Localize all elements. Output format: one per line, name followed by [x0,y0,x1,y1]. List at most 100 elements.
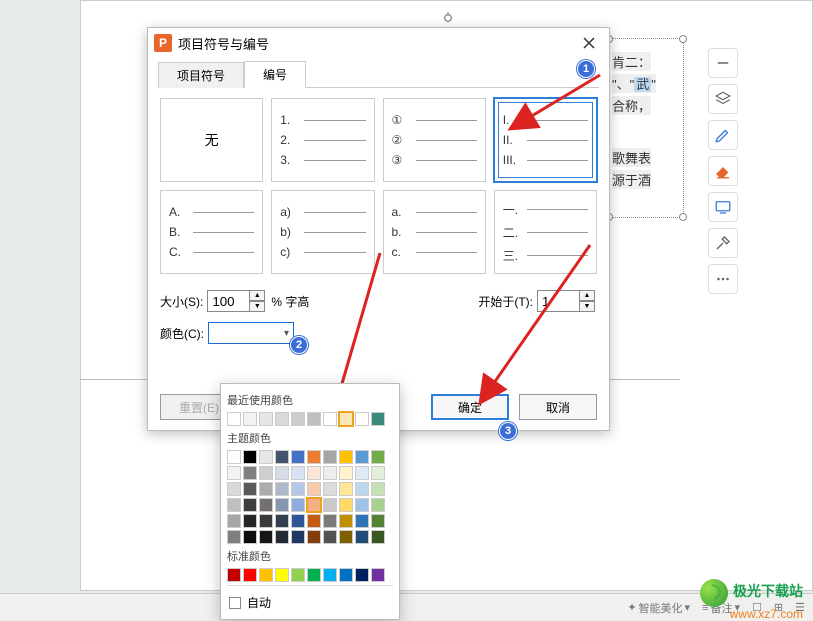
color-swatch[interactable] [371,530,385,544]
numbering-style-lower-alpha-dot[interactable]: a. b. c. [383,190,486,274]
color-swatch[interactable] [323,498,337,512]
ok-button[interactable]: 确定 [431,394,509,420]
color-swatch[interactable] [227,466,241,480]
color-swatch[interactable] [291,514,305,528]
color-swatch[interactable] [243,568,257,582]
color-swatch[interactable] [323,482,337,496]
color-dropdown[interactable] [208,322,294,344]
more-button[interactable] [708,264,738,294]
color-swatch[interactable] [371,514,385,528]
numbering-style-none[interactable]: 无 [160,98,263,182]
color-swatch[interactable] [227,482,241,496]
color-swatch[interactable] [259,530,273,544]
size-up[interactable]: ▲ [249,290,265,301]
start-spinner[interactable]: ▲▼ [537,290,597,312]
color-swatch[interactable] [243,530,257,544]
size-spinner[interactable]: ▲▼ [207,290,267,312]
eraser-button[interactable] [708,156,738,186]
color-swatch[interactable] [371,498,385,512]
color-swatch[interactable] [307,498,321,512]
dialog-close-button[interactable] [575,31,603,55]
color-swatch[interactable] [307,514,321,528]
numbering-style-roman[interactable]: I. II. III. [494,98,597,182]
color-swatch[interactable] [291,498,305,512]
color-swatch[interactable] [275,466,289,480]
color-swatch[interactable] [371,482,385,496]
auto-color-button[interactable]: 自动 [227,590,393,615]
color-swatch[interactable] [275,482,289,496]
color-swatch[interactable] [243,450,257,464]
color-swatch[interactable] [323,568,337,582]
color-swatch[interactable] [275,514,289,528]
color-swatch[interactable] [243,498,257,512]
color-swatch[interactable] [227,450,241,464]
color-swatch[interactable] [259,498,273,512]
color-swatch[interactable] [307,412,321,426]
color-swatch[interactable] [243,514,257,528]
color-swatch[interactable] [275,530,289,544]
color-swatch[interactable] [275,412,289,426]
color-swatch[interactable] [227,530,241,544]
color-swatch[interactable] [339,568,353,582]
color-swatch[interactable] [323,530,337,544]
color-swatch[interactable] [291,482,305,496]
color-swatch[interactable] [259,568,273,582]
color-swatch[interactable] [323,466,337,480]
smart-beautify-button[interactable]: ✦ 智能美化 ▾ [627,600,690,616]
numbering-style-circled[interactable]: ① ② ③ [383,98,486,182]
color-swatch[interactable] [275,450,289,464]
numbering-style-upper-alpha[interactable]: A. B. C. [160,190,263,274]
color-swatch[interactable] [355,530,369,544]
color-swatch[interactable] [307,530,321,544]
color-swatch[interactable] [227,498,241,512]
numbering-style-chinese[interactable]: 一. 二. 三. [494,190,597,274]
tab-numbers[interactable]: 编号 [244,61,306,88]
monitor-button[interactable] [708,192,738,222]
numbering-style-arabic-dot[interactable]: 1. 2. 3. [271,98,374,182]
size-down[interactable]: ▼ [249,301,265,312]
color-swatch[interactable] [243,412,257,426]
color-swatch[interactable] [339,530,353,544]
color-swatch[interactable] [339,482,353,496]
cancel-button[interactable]: 取消 [519,394,597,420]
color-swatch[interactable] [275,568,289,582]
color-swatch[interactable] [227,568,241,582]
color-swatch[interactable] [355,412,369,426]
color-swatch[interactable] [355,514,369,528]
start-input[interactable] [537,290,579,312]
color-swatch[interactable] [355,466,369,480]
color-swatch[interactable] [227,514,241,528]
color-swatch[interactable] [339,498,353,512]
layers-button[interactable] [708,84,738,114]
color-swatch[interactable] [291,450,305,464]
color-swatch[interactable] [323,450,337,464]
color-swatch[interactable] [355,450,369,464]
color-swatch[interactable] [339,412,353,426]
color-swatch[interactable] [371,412,385,426]
color-swatch[interactable] [259,482,273,496]
color-swatch[interactable] [339,466,353,480]
color-swatch[interactable] [355,568,369,582]
color-swatch[interactable] [291,568,305,582]
start-down[interactable]: ▼ [579,301,595,312]
color-swatch[interactable] [291,466,305,480]
color-swatch[interactable] [307,482,321,496]
start-up[interactable]: ▲ [579,290,595,301]
color-swatch[interactable] [355,498,369,512]
color-swatch[interactable] [307,568,321,582]
color-swatch[interactable] [243,466,257,480]
color-swatch[interactable] [259,450,273,464]
color-swatch[interactable] [259,466,273,480]
color-swatch[interactable] [275,498,289,512]
color-swatch[interactable] [371,450,385,464]
color-swatch[interactable] [355,482,369,496]
tab-bullets[interactable]: 项目符号 [158,62,244,88]
dialog-titlebar[interactable]: P 项目符号与编号 [148,28,609,58]
color-swatch[interactable] [243,482,257,496]
color-swatch[interactable] [371,466,385,480]
color-swatch[interactable] [227,412,241,426]
color-swatch[interactable] [339,514,353,528]
pen-button[interactable] [708,120,738,150]
color-swatch[interactable] [323,514,337,528]
color-swatch[interactable] [307,466,321,480]
